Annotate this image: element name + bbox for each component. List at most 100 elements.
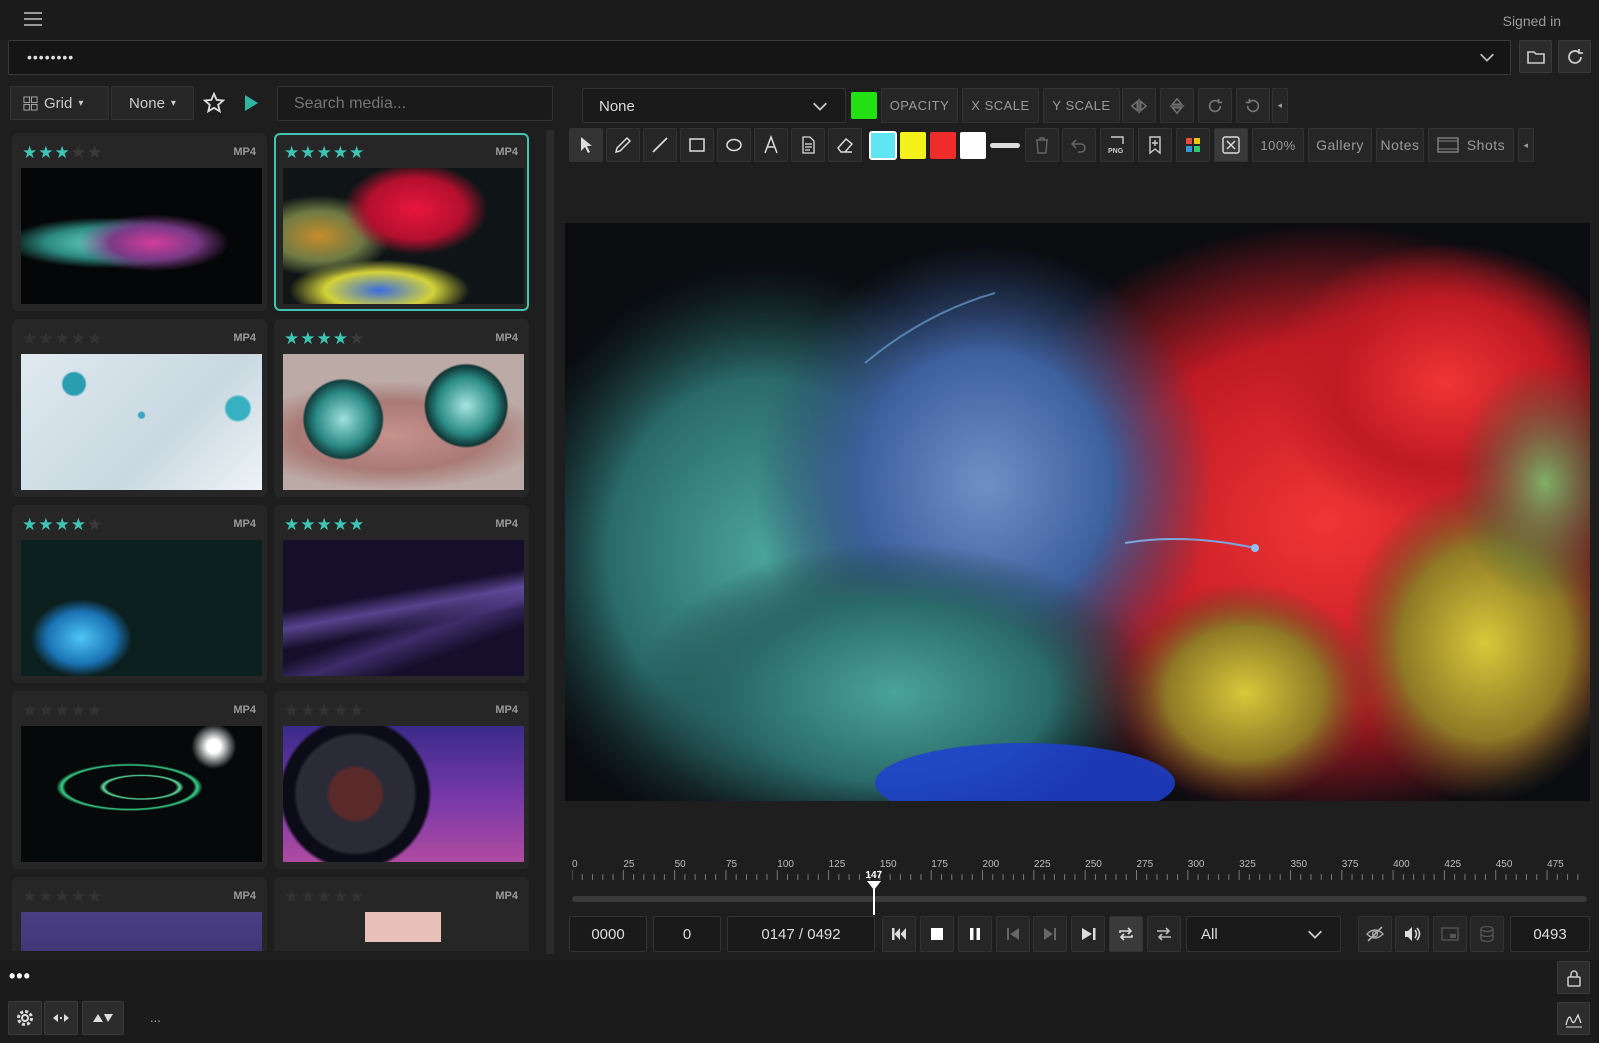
settings-button[interactable] bbox=[8, 1001, 42, 1035]
timeline-scrubber[interactable] bbox=[572, 896, 1587, 902]
refresh-button[interactable] bbox=[1558, 40, 1591, 73]
gallery-button[interactable]: Gallery bbox=[1308, 128, 1372, 162]
color-swatch-red[interactable] bbox=[930, 132, 956, 159]
go-to-end-button[interactable] bbox=[1071, 916, 1105, 952]
media-card[interactable]: ★★★★★ MP4 bbox=[12, 133, 267, 311]
rating-stars[interactable]: ★★★★★ bbox=[22, 329, 103, 349]
go-to-start-button[interactable] bbox=[882, 916, 916, 952]
note-tool-button[interactable] bbox=[791, 128, 825, 162]
text-tool-button[interactable] bbox=[754, 128, 788, 162]
signature-icon bbox=[1564, 1012, 1582, 1027]
rating-stars[interactable]: ★★★★★ bbox=[22, 515, 103, 535]
media-card[interactable]: ★★★★★ MP4 bbox=[12, 505, 267, 683]
next-frame-button[interactable] bbox=[1033, 916, 1067, 952]
overlay-select[interactable]: None bbox=[582, 88, 846, 123]
bookmark-button[interactable] bbox=[1138, 128, 1172, 162]
media-card[interactable]: ★★★★★ MP4 bbox=[274, 877, 529, 951]
end-frame-field[interactable]: 0493 bbox=[1510, 916, 1590, 952]
media-card[interactable]: ★★★★★ MP4 bbox=[274, 133, 529, 311]
rating-stars[interactable]: ★★★★★ bbox=[22, 143, 103, 163]
collapse-left-icon[interactable]: ◂ bbox=[1518, 128, 1534, 162]
delete-button[interactable] bbox=[1025, 128, 1059, 162]
playhead-marker-icon bbox=[866, 881, 881, 915]
color-swatch-white[interactable] bbox=[960, 132, 986, 159]
storage-button[interactable] bbox=[1470, 916, 1504, 952]
filter-label: None bbox=[129, 94, 165, 112]
video-viewer[interactable] bbox=[565, 223, 1590, 801]
offset-field[interactable]: 0 bbox=[653, 916, 721, 952]
undo-button[interactable] bbox=[1062, 128, 1096, 162]
opacity-button[interactable]: OPACITY bbox=[881, 88, 958, 123]
media-card[interactable]: ★★★★★ MP4 bbox=[274, 319, 529, 497]
overlay-color-swatch[interactable] bbox=[851, 92, 877, 119]
media-card[interactable]: ★★★★★ MP4 bbox=[12, 691, 267, 869]
pause-button[interactable] bbox=[958, 916, 992, 952]
x-scale-button[interactable]: X SCALE bbox=[962, 88, 1039, 123]
play-icon[interactable] bbox=[242, 93, 260, 113]
position-field[interactable]: 0147 / 0492 bbox=[727, 916, 875, 952]
flip-vertical-button[interactable] bbox=[1160, 88, 1194, 123]
lock-button[interactable] bbox=[1557, 961, 1590, 994]
palette-button[interactable] bbox=[1176, 128, 1210, 162]
volume-button[interactable] bbox=[1395, 916, 1429, 952]
search-input[interactable] bbox=[277, 86, 553, 121]
rating-stars[interactable]: ★★★★★ bbox=[284, 329, 365, 349]
rotate-ccw-button[interactable] bbox=[1236, 88, 1270, 123]
stroke-width-icon[interactable] bbox=[990, 143, 1020, 148]
line-tool-button[interactable] bbox=[643, 128, 677, 162]
flip-horizontal-button[interactable] bbox=[1122, 88, 1156, 123]
rating-stars[interactable]: ★★★★★ bbox=[284, 515, 365, 535]
pause-icon bbox=[970, 928, 980, 940]
color-swatch-yellow[interactable] bbox=[900, 132, 926, 159]
notes-button[interactable]: Notes bbox=[1376, 128, 1424, 162]
media-card[interactable]: ★★★★★ MP4 bbox=[12, 877, 267, 951]
media-thumbnail bbox=[21, 726, 262, 862]
more-options-icon[interactable]: ••• bbox=[9, 966, 31, 987]
range-select[interactable]: All bbox=[1186, 916, 1341, 952]
fit-view-button[interactable] bbox=[1214, 128, 1248, 162]
previous-frame-button[interactable] bbox=[996, 916, 1030, 952]
media-thumbnail bbox=[21, 354, 262, 490]
timeline-ruler[interactable]: 0 25 50 75 100 125 150 175 200 225 250 275 300 325 350… bbox=[572, 858, 1587, 880]
view-mode-select[interactable]: Grid ▾ bbox=[10, 86, 109, 120]
filter-select[interactable]: None ▾ bbox=[111, 86, 194, 120]
export-png-button[interactable]: PNG bbox=[1100, 128, 1134, 162]
favorites-star-icon[interactable] bbox=[202, 91, 226, 114]
ruler-tick-label: 200 bbox=[983, 859, 1000, 870]
rectangle-tool-button[interactable] bbox=[680, 128, 714, 162]
eraser-tool-button[interactable] bbox=[828, 128, 862, 162]
color-swatch-cyan[interactable] bbox=[869, 131, 897, 160]
y-scale-button[interactable]: Y SCALE bbox=[1043, 88, 1120, 123]
pencil-tool-button[interactable] bbox=[606, 128, 640, 162]
in-point-field[interactable]: 0000 bbox=[569, 916, 647, 952]
rotate-cw-icon bbox=[1208, 98, 1223, 112]
resize-vertical-button[interactable] bbox=[82, 1001, 124, 1035]
media-card[interactable]: ★★★★★ MP4 bbox=[12, 319, 267, 497]
menu-icon[interactable] bbox=[24, 12, 42, 28]
ellipse-tool-button[interactable] bbox=[717, 128, 751, 162]
zoom-level[interactable]: 100% bbox=[1252, 128, 1304, 162]
rating-stars[interactable]: ★★★★★ bbox=[284, 887, 365, 907]
rating-stars[interactable]: ★★★★★ bbox=[22, 701, 103, 721]
rating-stars[interactable]: ★★★★★ bbox=[284, 701, 365, 721]
picture-in-picture-button[interactable] bbox=[1433, 916, 1467, 952]
media-card[interactable]: ★★★★★ MP4 bbox=[274, 691, 529, 869]
grid-scrollbar[interactable] bbox=[546, 130, 554, 954]
ping-pong-button[interactable] bbox=[1147, 916, 1181, 952]
select-tool-button[interactable] bbox=[569, 128, 603, 162]
chevron-down-icon[interactable] bbox=[1478, 48, 1496, 66]
rating-stars[interactable]: ★★★★★ bbox=[22, 887, 103, 907]
shots-button[interactable]: Shots bbox=[1428, 128, 1514, 162]
hide-annotations-button[interactable] bbox=[1358, 916, 1392, 952]
path-input[interactable]: •••••••• bbox=[8, 40, 1511, 75]
rotate-cw-button[interactable] bbox=[1198, 88, 1232, 123]
playhead[interactable]: 147 bbox=[864, 870, 884, 915]
loop-button[interactable] bbox=[1109, 916, 1143, 952]
rating-stars[interactable]: ★★★★★ bbox=[284, 143, 365, 163]
stop-button[interactable] bbox=[920, 916, 954, 952]
signature-button[interactable] bbox=[1557, 1002, 1590, 1035]
open-folder-button[interactable] bbox=[1519, 40, 1552, 73]
collapse-left-icon[interactable]: ◂ bbox=[1272, 88, 1288, 123]
resize-horizontal-button[interactable] bbox=[44, 1001, 78, 1035]
media-card[interactable]: ★★★★★ MP4 bbox=[274, 505, 529, 683]
